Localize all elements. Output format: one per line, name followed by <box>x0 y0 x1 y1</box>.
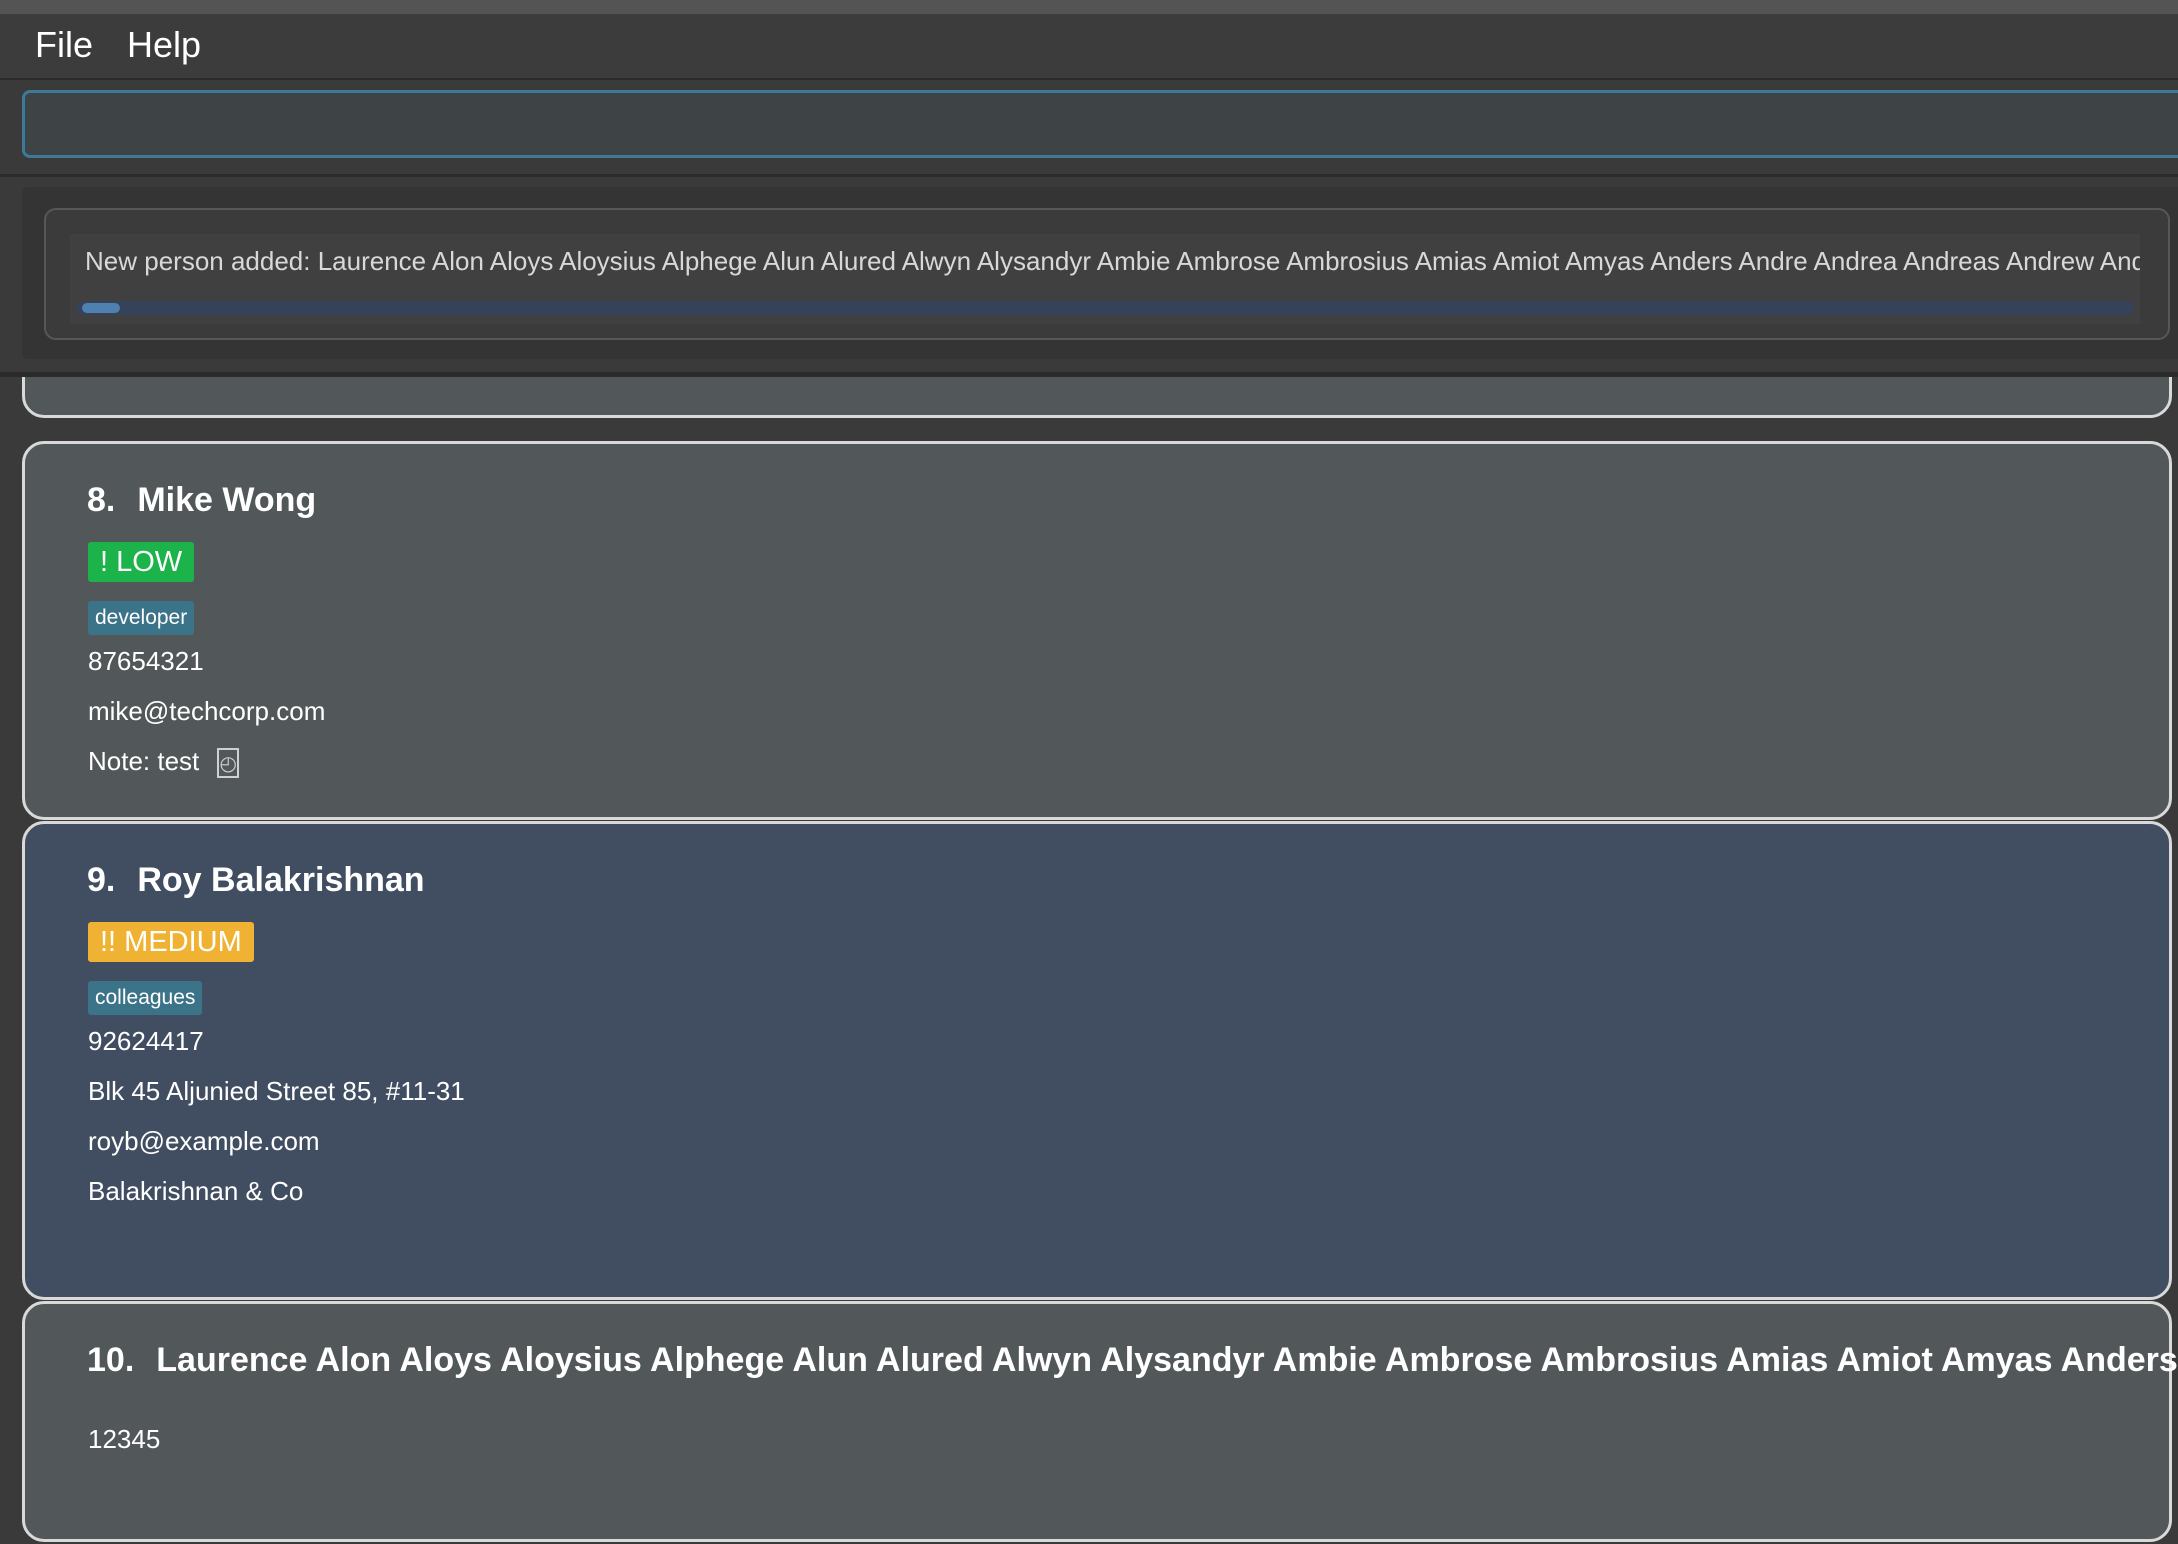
person-email: mike@techcorp.com <box>88 696 326 726</box>
person-card[interactable]: 8. Mike Wong ! LOW developer 87654321 mik… <box>22 441 2172 820</box>
clock-icon[interactable]: ◴ <box>217 748 240 779</box>
person-index: 8. <box>87 481 116 519</box>
person-address: Blk 45 Aljunied Street 85, #11-31 <box>88 1076 465 1106</box>
command-input[interactable] <box>22 90 2178 158</box>
person-phone: 92624417 <box>88 1026 204 1056</box>
person-card[interactable]: 10. Laurence Alon Aloys Aloysius Alphege … <box>22 1301 2178 1542</box>
person-card-selected[interactable]: 9. Roy Balakrishnan !! MEDIUM colleagues … <box>22 821 2172 1300</box>
person-name: Roy Balakrishnan <box>137 861 425 899</box>
command-box-area <box>0 80 2178 177</box>
result-display-frame: New person added: Laurence Alon Aloys Al… <box>44 208 2170 340</box>
priority-badge: !! MEDIUM <box>88 922 254 962</box>
person-title: 8. Mike Wong <box>87 481 316 520</box>
person-index: 10. <box>87 1341 135 1379</box>
person-email: royb@example.com <box>88 1126 320 1156</box>
horizontal-scrollbar[interactable] <box>76 301 2134 315</box>
result-message: New person added: Laurence Alon Aloys Al… <box>85 246 2140 276</box>
menu-bar: File Help <box>0 14 2178 80</box>
person-name: Laurence Alon Aloys Aloysius Alphege Alu… <box>156 1341 2178 1379</box>
person-title: 10. Laurence Alon Aloys Aloysius Alphege … <box>87 1341 2178 1380</box>
person-name: Mike Wong <box>137 481 317 519</box>
person-list[interactable]: 8. Mike Wong ! LOW developer 87654321 mik… <box>0 377 2178 1544</box>
person-index: 9. <box>87 861 116 899</box>
result-display-panel: New person added: Laurence Alon Aloys Al… <box>22 187 2178 359</box>
menu-help[interactable]: Help <box>127 24 201 66</box>
person-company: Balakrishnan & Co <box>88 1176 304 1206</box>
person-title: 9. Roy Balakrishnan <box>87 861 425 900</box>
menu-file[interactable]: File <box>35 24 93 66</box>
person-note: Note: test <box>88 746 200 776</box>
person-phone: 87654321 <box>88 646 204 676</box>
window-titlebar <box>0 0 2178 14</box>
person-phone: 12345 <box>88 1424 161 1454</box>
person-note-row: Note: test ◴ <box>88 746 240 779</box>
result-display-textarea[interactable]: New person added: Laurence Alon Aloys Al… <box>70 234 2140 324</box>
priority-badge: ! LOW <box>88 542 195 582</box>
scrollbar-thumb[interactable] <box>82 303 120 313</box>
person-card-partial[interactable] <box>22 377 2172 418</box>
tag-label: colleagues <box>88 981 203 1015</box>
tag-label: developer <box>88 601 195 635</box>
